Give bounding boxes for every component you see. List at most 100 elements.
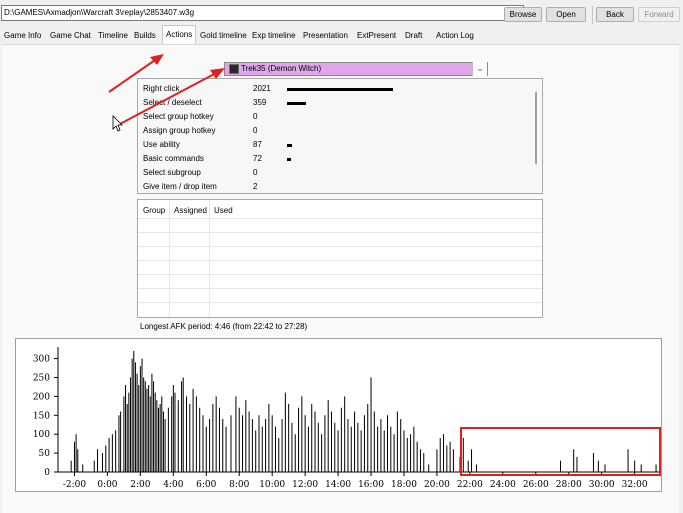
apm-bar [162, 411, 164, 472]
tab-actions[interactable]: Actions [162, 25, 197, 44]
apm-bar [304, 415, 306, 472]
tab-game-chat[interactable]: Game Chat [50, 28, 91, 43]
tab-game-info[interactable]: Game Info [4, 28, 41, 43]
apm-bar [347, 419, 349, 472]
apm-bar [459, 456, 461, 472]
action-count: 359 [253, 98, 267, 107]
apm-bar [118, 415, 120, 472]
browse-button[interactable]: Browse [504, 7, 542, 22]
apm-bar [446, 445, 448, 472]
x-tick-label: 18:00 [391, 480, 417, 490]
apm-bar [576, 456, 578, 472]
apm-bar [143, 377, 145, 472]
column-header-assigned[interactable]: Assigned [174, 206, 207, 215]
apm-bar [291, 422, 293, 472]
apm-bar [400, 419, 402, 472]
apm-bar [93, 460, 95, 472]
apm-bar [387, 415, 389, 472]
apm-bar [82, 464, 84, 472]
apm-bar [416, 441, 418, 472]
apm-bar [373, 411, 375, 472]
apm-bar [294, 434, 296, 472]
apm-bar [154, 392, 156, 472]
apm-bar [171, 396, 173, 472]
action-count: 87 [253, 140, 262, 149]
column-header-used[interactable]: Used [214, 206, 233, 215]
x-tick-label: 28:00 [556, 480, 582, 490]
tab-presentation[interactable]: Presentation [303, 28, 348, 43]
x-tick-label: 6:00 [196, 480, 216, 490]
apm-bar [258, 415, 260, 472]
action-count: 2021 [253, 84, 271, 93]
row-divider [138, 302, 542, 303]
apm-bar [120, 411, 122, 472]
tab-action-log[interactable]: Action Log [436, 28, 474, 43]
open-button[interactable]: Open [546, 7, 586, 22]
apm-bar [202, 415, 204, 472]
apm-bar [123, 396, 125, 472]
tab-timeline[interactable]: Timeline [98, 28, 128, 43]
apm-bar [301, 396, 303, 472]
apm-bar [383, 430, 385, 472]
hero-icon [229, 64, 239, 74]
x-tick-label: 24:00 [490, 480, 516, 490]
tab-extpresent[interactable]: ExtPresent [357, 28, 396, 43]
action-count: 0 [253, 112, 258, 121]
apm-bar [251, 419, 253, 472]
apm-bar [337, 430, 339, 472]
apm-bar [604, 464, 606, 472]
afk-period-text: Longest AFK period: 4:46 (from 22:42 to … [140, 322, 308, 331]
forward-button[interactable]: Forward [638, 7, 680, 22]
apm-bar [271, 415, 273, 472]
apm-bar [218, 407, 220, 472]
apm-bar [410, 434, 412, 472]
apm-bar [255, 430, 257, 472]
apm-bar [230, 415, 232, 472]
x-tick-label: 16:00 [358, 480, 384, 490]
tab-draft[interactable]: Draft [405, 28, 422, 43]
apm-bar [423, 453, 425, 472]
replay-path-input[interactable]: D:\GAMES\Axmadjon\Warcraft 3\replay\2853… [1, 5, 524, 21]
back-button[interactable]: Back [596, 7, 634, 22]
action-count: 0 [253, 126, 258, 135]
apm-bar [129, 377, 131, 472]
tab-exp-timeline[interactable]: Exp timeline [252, 28, 296, 43]
apm-bar [73, 441, 75, 472]
apm-bar [148, 385, 150, 472]
apm-bar [377, 426, 379, 472]
apm-bar [370, 377, 372, 472]
column-header-group[interactable]: Group [143, 206, 165, 215]
apm-bar [167, 407, 169, 472]
apm-bar [136, 373, 138, 472]
action-count: 0 [253, 168, 258, 177]
tab-builds[interactable]: Builds [134, 28, 156, 43]
x-tick-label: 32:00 [622, 480, 648, 490]
chevron-down-icon[interactable]: ⌄ [472, 62, 487, 76]
action-label: Select subgroup [143, 168, 201, 177]
apm-bar [419, 449, 421, 472]
apm-bar [327, 400, 329, 472]
apm-bar [105, 445, 107, 472]
apm-bar [177, 400, 179, 472]
apm-bar [357, 422, 359, 472]
apm-bar [390, 426, 392, 472]
player-select[interactable]: Trek35 (Demon Witch) ⌄ [224, 62, 488, 76]
y-tick-label: 250 [33, 373, 50, 383]
apm-bar [261, 426, 263, 472]
apm-bar [164, 419, 166, 472]
actions-scrollbar[interactable] [535, 92, 537, 164]
action-label: Use ability [143, 140, 180, 149]
groups-table: Group Assigned Used [137, 199, 543, 318]
tab-gold-timeline[interactable]: Gold timeline [200, 28, 247, 43]
apm-bar [367, 403, 369, 472]
apm-bar [189, 403, 191, 472]
apm-bar [307, 426, 309, 472]
apm-bar [149, 396, 151, 472]
row-divider [138, 232, 542, 233]
apm-bar [560, 460, 561, 472]
y-tick-label: 50 [39, 449, 51, 459]
apm-bar [471, 449, 473, 472]
row-divider [138, 288, 542, 289]
row-divider [138, 260, 542, 261]
action-bar [287, 102, 306, 105]
